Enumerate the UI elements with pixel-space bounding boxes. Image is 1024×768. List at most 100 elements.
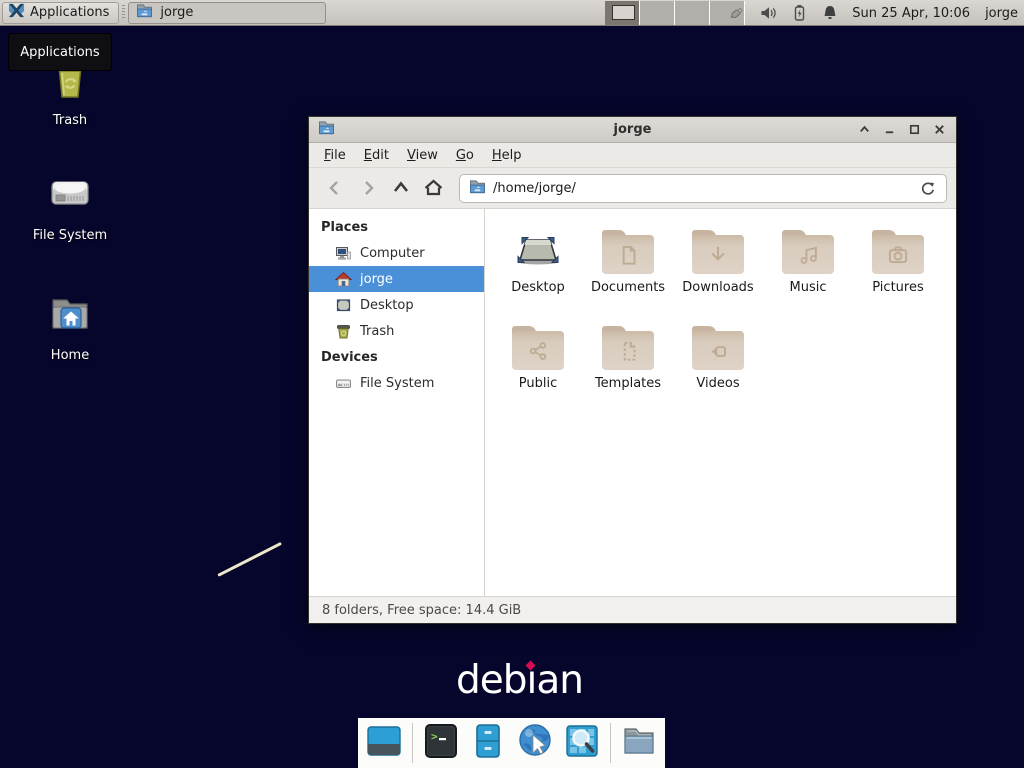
- applications-tooltip: Applications: [8, 33, 112, 71]
- folder-body: [692, 235, 744, 274]
- file-manager-launcher[interactable]: [469, 724, 507, 762]
- volume-icon[interactable]: [759, 4, 777, 22]
- folder-template-icon: [601, 318, 655, 370]
- menu-go[interactable]: Go: [447, 145, 483, 166]
- window-titlebar[interactable]: jorge: [309, 117, 956, 143]
- show-desktop-button[interactable]: [365, 724, 403, 762]
- sidebar-item-trash[interactable]: Trash: [309, 318, 484, 344]
- menu-help[interactable]: Help: [483, 145, 531, 166]
- dock-panel: >: [358, 718, 665, 768]
- file-videos[interactable]: Videos: [673, 318, 763, 414]
- xfce-applications-icon: [8, 2, 25, 23]
- folder-music-icon: [781, 222, 835, 274]
- folder-shape: [512, 326, 564, 370]
- path-value: /home/jorge/: [493, 181, 910, 196]
- folder-body: [692, 331, 744, 370]
- workspace-2[interactable]: [640, 1, 675, 25]
- logo-text-left: deb: [456, 658, 527, 703]
- folder-video-icon: [691, 318, 745, 370]
- file-desktop[interactable]: Desktop: [493, 222, 583, 318]
- maximize-button[interactable]: [906, 122, 922, 138]
- up-button[interactable]: [384, 173, 417, 203]
- home-button[interactable]: [417, 173, 450, 203]
- status-text: 8 folders, Free space: 14.4 GiB: [322, 603, 521, 618]
- file-downloads[interactable]: Downloads: [673, 222, 763, 318]
- pager-window-preview: [612, 5, 635, 20]
- applications-menu-button[interactable]: Applications: [2, 2, 119, 24]
- workspace-pager: [605, 1, 745, 25]
- sidebar: PlacesComputerjorgeDesktopTrashDevicesFi…: [309, 209, 485, 596]
- file-music[interactable]: Music: [763, 222, 853, 318]
- svg-text:>: >: [431, 730, 438, 743]
- window-body: PlacesComputerjorgeDesktopTrashDevicesFi…: [309, 209, 956, 596]
- sidebar-item-label: jorge: [360, 272, 393, 287]
- panel-handle[interactable]: [122, 5, 125, 20]
- desktop-icon-label: File System: [33, 228, 107, 243]
- desktop-icon-file-system[interactable]: File System: [22, 169, 118, 243]
- path-folder-icon: [469, 179, 486, 198]
- path-entry[interactable]: /home/jorge/: [459, 174, 947, 203]
- applications-menu-label: Applications: [30, 5, 109, 20]
- web-browser-icon: [516, 722, 554, 764]
- desktop-icon-home[interactable]: Home: [22, 289, 118, 363]
- sidebar-item-computer[interactable]: Computer: [309, 240, 484, 266]
- menu-file[interactable]: File: [315, 145, 355, 166]
- home-icon: [335, 271, 352, 288]
- folder-body: [782, 235, 834, 274]
- menu-view[interactable]: View: [398, 145, 447, 166]
- file-list: DesktopDocumentsDownloadsMusic Pictures Pu…: [485, 209, 956, 596]
- desktop-screen: Applications jorge Sun 25 Apr, 10:06 jor…: [0, 0, 1024, 768]
- file-documents[interactable]: Documents: [583, 222, 673, 318]
- minimize-button[interactable]: [881, 122, 897, 138]
- panel-right: Sun 25 Apr, 10:06 jorge: [728, 0, 1024, 26]
- forward-button[interactable]: [351, 173, 384, 203]
- reload-button[interactable]: [917, 178, 937, 198]
- sidebar-item-desktop[interactable]: Desktop: [309, 292, 484, 318]
- web-browser-launcher[interactable]: [516, 724, 554, 762]
- status-bar: 8 folders, Free space: 14.4 GiB: [309, 596, 956, 623]
- workspace-3[interactable]: [675, 1, 710, 25]
- file-manager-window: jorge FileEditViewGoHelp /home/jorge/ Pl…: [308, 116, 957, 624]
- sidebar-item-label: File System: [360, 376, 434, 391]
- app-finder-launcher[interactable]: [563, 724, 601, 762]
- debian-logo: debıan: [456, 658, 583, 703]
- sidebar-item-label: Trash: [360, 324, 394, 339]
- panel-clock[interactable]: Sun 25 Apr, 10:06: [852, 6, 970, 21]
- home-folder-large-icon: [46, 289, 94, 341]
- folder-shape: [692, 326, 744, 370]
- menu-edit[interactable]: Edit: [355, 145, 398, 166]
- battery-icon[interactable]: [790, 4, 808, 22]
- file-label: Pictures: [872, 280, 923, 295]
- close-button[interactable]: [931, 122, 947, 138]
- terminal-launcher[interactable]: >: [422, 724, 460, 762]
- directory-menu-button[interactable]: [620, 724, 658, 762]
- taskbar-window-label: jorge: [160, 5, 193, 20]
- workspace-1[interactable]: [605, 1, 640, 25]
- file-pictures[interactable]: Pictures: [853, 222, 943, 318]
- sidebar-item-file-system[interactable]: File System: [309, 370, 484, 396]
- folder-camera-icon: [871, 222, 925, 274]
- bell-icon[interactable]: [821, 4, 839, 22]
- panel-username[interactable]: jorge: [985, 6, 1018, 21]
- file-templates[interactable]: Templates: [583, 318, 673, 414]
- menu-bar: FileEditViewGoHelp: [309, 143, 956, 168]
- shade-button[interactable]: [856, 122, 872, 138]
- dock-separator: [610, 723, 611, 763]
- taskbar-window-button[interactable]: jorge: [128, 2, 326, 24]
- folder-share-icon: [511, 318, 565, 370]
- plug-icon[interactable]: [728, 4, 746, 22]
- desktop-special-icon: [511, 222, 565, 274]
- back-button[interactable]: [318, 173, 351, 203]
- drive-large-icon: [46, 169, 94, 221]
- sidebar-item-jorge[interactable]: jorge: [309, 266, 484, 292]
- desktop-icon-label: Trash: [53, 113, 87, 128]
- trash-icon: [335, 323, 352, 340]
- folder-shape: [872, 230, 924, 274]
- folder-shape: [782, 230, 834, 274]
- folder-body: [512, 331, 564, 370]
- directory-folder-icon: [620, 722, 658, 764]
- file-public[interactable]: Public: [493, 318, 583, 414]
- drive-icon: [335, 375, 352, 392]
- app-finder-icon: [563, 722, 601, 764]
- desktop-icon-label: Home: [51, 348, 89, 363]
